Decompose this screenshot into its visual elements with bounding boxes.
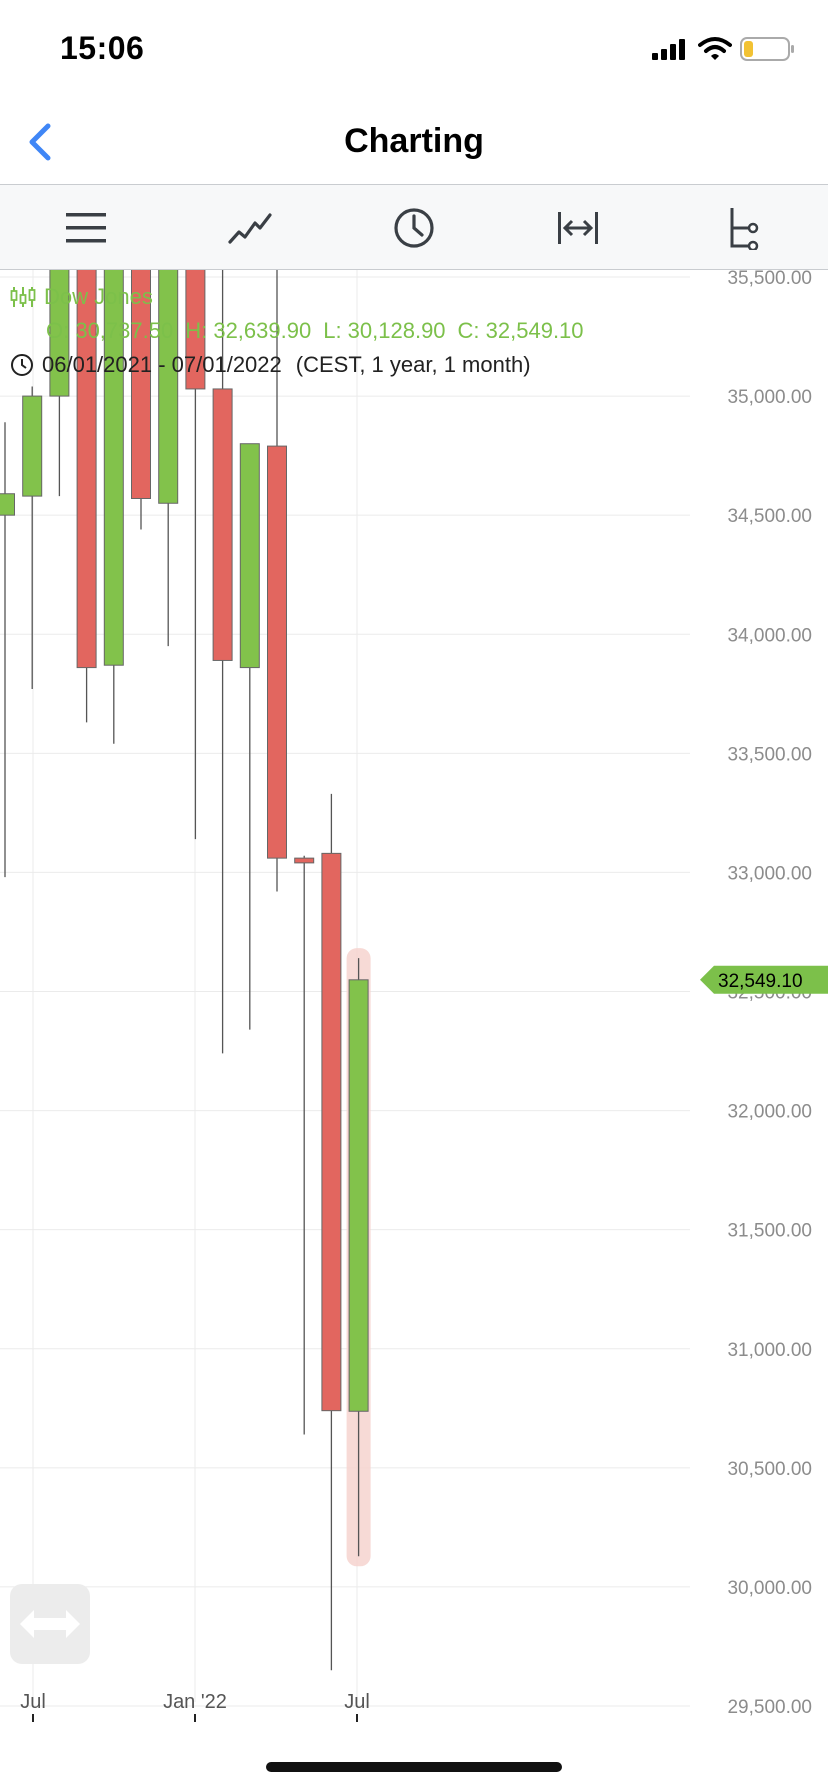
x-tick-label: Jul <box>20 1691 46 1713</box>
date-range-detail: (CEST, 1 year, 1 month) <box>295 352 531 377</box>
fit-width-button[interactable] <box>548 199 608 257</box>
x-tick-label: Jul <box>344 1691 370 1713</box>
open-value: O: 30,737.50 <box>46 318 174 343</box>
y-tick-label: 30,500.00 <box>727 1459 812 1480</box>
indicators-button[interactable] <box>712 199 772 257</box>
y-tick-label: 35,000.00 <box>727 387 812 408</box>
fit-width-icon <box>558 212 598 244</box>
y-tick-label: 33,500.00 <box>727 744 812 765</box>
candlestick-chart[interactable]: 35,500.00 35,000.00 34,500.00 34,000.00 33,5… <box>0 270 828 1792</box>
home-indicator <box>266 1762 562 1772</box>
double-arrow-icon <box>20 1610 80 1638</box>
x-tick-label: Jan '22 <box>163 1691 227 1713</box>
chart-type-button[interactable] <box>220 199 280 257</box>
y-tick-label: 34,000.00 <box>727 625 812 646</box>
low-value: L: 30,128.90 <box>323 318 446 343</box>
instrument-name: Dow Jones <box>44 284 153 309</box>
y-tick-label: 31,500.00 <box>727 1221 812 1242</box>
line-chart-icon <box>228 213 272 244</box>
chart-area[interactable]: 35,500.00 35,000.00 34,500.00 34,000.00 33,5… <box>0 270 828 1792</box>
y-tick-label: 29,500.00 <box>727 1697 812 1718</box>
pan-toggle-button[interactable] <box>10 1584 90 1664</box>
candle-body[interactable] <box>267 445 287 859</box>
candle-body[interactable] <box>22 395 43 497</box>
hierarchy-icon <box>730 208 759 250</box>
chart-toolbar <box>0 184 828 270</box>
close-value: C: 32,549.10 <box>457 318 584 343</box>
ohlc-values: O: 30,737.50 H: 32,639.90 L: 30,128.90 C… <box>46 316 596 346</box>
y-tick-label: 33,000.00 <box>727 863 812 884</box>
clock-icon <box>394 208 434 248</box>
high-value: H: 32,639.90 <box>185 318 312 343</box>
status-bar: 15:06 <box>0 0 828 100</box>
candlestick-icon <box>10 287 36 307</box>
candle-body[interactable] <box>294 857 315 864</box>
chart-legend: Dow Jones O: 30,737.50 H: 32,639.90 L: 3… <box>10 282 596 380</box>
candle-body[interactable] <box>348 979 369 1412</box>
battery-icon <box>740 37 794 61</box>
y-tick-label: 31,000.00 <box>727 1340 812 1361</box>
candle-body[interactable] <box>321 852 342 1412</box>
menu-button[interactable] <box>56 199 116 257</box>
last-price-label: 32,549.10 <box>718 971 803 992</box>
page-title: Charting <box>344 122 484 160</box>
status-time: 15:06 <box>60 30 145 66</box>
timeframe-button[interactable] <box>384 199 444 257</box>
menu-icon <box>66 213 106 243</box>
clock-icon <box>11 354 33 376</box>
date-range: 06/01/2021 - 07/01/2022 (CEST, 1 year, 1… <box>10 350 596 380</box>
candle-body[interactable] <box>0 493 15 516</box>
y-tick-label: 32,000.00 <box>727 1102 812 1123</box>
y-tick-label: 34,500.00 <box>727 506 812 527</box>
y-tick-label: 30,000.00 <box>727 1578 812 1599</box>
candle-body[interactable] <box>212 388 233 661</box>
date-range-text: 06/01/2021 - 07/01/2022 <box>42 352 282 377</box>
y-tick-label: 35,500.00 <box>727 270 812 289</box>
candle-body[interactable] <box>239 443 260 669</box>
cellular-signal-icon <box>652 39 685 60</box>
navigation-bar: Charting <box>0 100 828 184</box>
wifi-icon <box>698 37 732 60</box>
